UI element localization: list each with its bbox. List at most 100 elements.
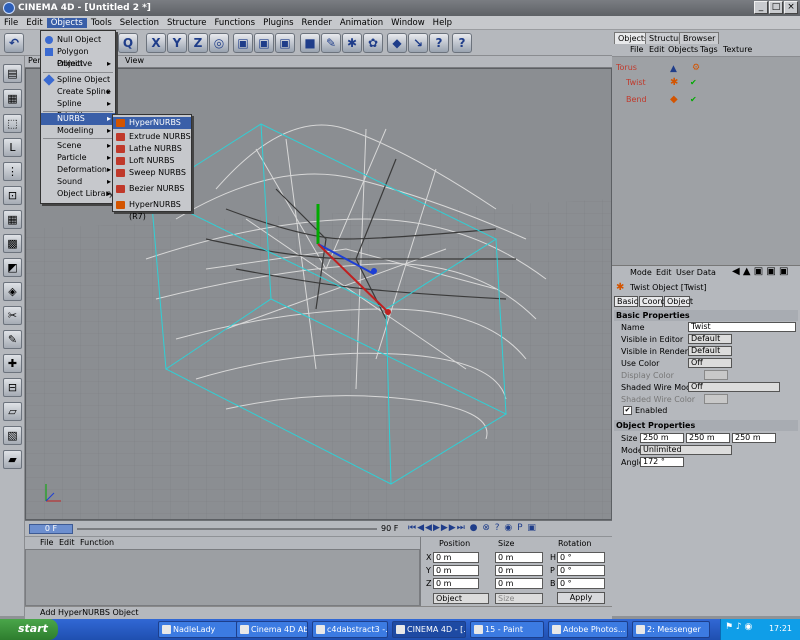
- enabled-checkbox[interactable]: ✔: [623, 406, 632, 415]
- world-coord-icon[interactable]: ◎: [209, 33, 229, 53]
- size-z-attr-field[interactable]: 250 m: [732, 433, 776, 443]
- menu-item-spline-object[interactable]: Spline Object: [41, 74, 115, 86]
- rotation-b-field[interactable]: 0 °: [557, 578, 605, 589]
- rotation-p-field[interactable]: 0 °: [557, 565, 605, 576]
- obj-menu-texture[interactable]: Texture: [723, 45, 752, 54]
- obj-menu-file[interactable]: File: [630, 45, 643, 54]
- axis-tool-icon[interactable]: L: [3, 138, 22, 157]
- menu-item-modeling[interactable]: Modeling ▸: [41, 125, 115, 137]
- nav-arrows-icon[interactable]: ◀ ▲ ▣ ▣ ▣: [732, 266, 788, 277]
- visible-editor-select[interactable]: Default: [688, 334, 732, 344]
- menu-item-polygon-object[interactable]: Polygon Object: [41, 46, 115, 68]
- render-picture-icon[interactable]: ▣: [254, 33, 274, 53]
- animation-tool-icon[interactable]: ◈: [3, 282, 22, 301]
- snap-tool-icon[interactable]: ✂: [3, 306, 22, 325]
- attr-tab-coord[interactable]: Coord.: [639, 296, 668, 307]
- texture-tool-icon[interactable]: ▩: [3, 234, 22, 253]
- task-messenger[interactable]: 2: Messenger: [632, 621, 710, 638]
- workplane-tool-icon[interactable]: ▱: [3, 402, 22, 421]
- tree-row-torus[interactable]: Torus ▲ ⚙: [616, 62, 796, 74]
- obj-menu-objects[interactable]: Objects: [668, 45, 698, 54]
- menu-objects[interactable]: Objects: [46, 17, 87, 28]
- apply-button[interactable]: Apply: [557, 592, 605, 604]
- submenu-item-hypernurbs[interactable]: HyperNURBS: [113, 117, 191, 129]
- visible-renderer-select[interactable]: Default: [688, 346, 732, 356]
- size-z-field[interactable]: 0 m: [495, 578, 543, 589]
- mat-menu-function[interactable]: Function: [80, 538, 114, 547]
- sculpt-tool-icon[interactable]: ✚: [3, 354, 22, 373]
- attr-menu-edit[interactable]: Edit: [656, 268, 672, 277]
- render-settings-icon[interactable]: ▣: [275, 33, 295, 53]
- use-color-select[interactable]: Off: [688, 358, 732, 368]
- menu-item-sound[interactable]: Sound ▸: [41, 176, 115, 188]
- object-tree[interactable]: Torus ▲ ⚙ Twist ✱ ✔ Bend ◆ ✔: [612, 57, 800, 265]
- menu-item-scene[interactable]: Scene ▸: [41, 140, 115, 152]
- tree-row-bend[interactable]: Bend ◆ ✔: [626, 94, 796, 106]
- minimize-button[interactable]: _: [754, 1, 768, 14]
- keyframe-tool-icon[interactable]: ▰: [3, 450, 22, 469]
- menu-tools[interactable]: Tools: [87, 18, 116, 28]
- coord-size-select[interactable]: Size: [495, 593, 543, 604]
- mat-menu-file[interactable]: File: [40, 538, 53, 547]
- brush-tool-icon[interactable]: ⊟: [3, 378, 22, 397]
- shaded-wire-color-swatch[interactable]: [704, 394, 728, 404]
- menu-file[interactable]: File: [0, 18, 22, 28]
- mat-menu-edit[interactable]: Edit: [59, 538, 75, 547]
- menu-window[interactable]: Window: [387, 18, 429, 28]
- submenu-item-extrude-nurbs[interactable]: Extrude NURBS: [113, 131, 191, 143]
- timeline[interactable]: 0 F 90 F ⏮◀◀▶▶▶⏭ ● ⊗ ? ◉ P ▣: [25, 520, 612, 536]
- x-axis-icon[interactable]: X: [146, 33, 166, 53]
- menu-help[interactable]: Help: [429, 18, 456, 28]
- tab-browser[interactable]: Browser: [679, 32, 720, 44]
- size-x-attr-field[interactable]: 250 m: [640, 433, 684, 443]
- maximize-button[interactable]: □: [769, 1, 783, 14]
- menu-item-primitive[interactable]: Primitive ▸: [41, 58, 115, 70]
- menu-render[interactable]: Render: [298, 18, 336, 28]
- rotation-h-field[interactable]: 0 °: [557, 552, 605, 563]
- obj-menu-edit[interactable]: Edit: [649, 45, 665, 54]
- submenu-item-hypernurbs-r7[interactable]: HyperNURBS (R7): [113, 199, 191, 221]
- menu-item-object-library[interactable]: Object Library ▸: [41, 188, 115, 200]
- use-object-icon[interactable]: ⬚: [3, 114, 22, 133]
- edges-tool-icon[interactable]: ⊡: [3, 186, 22, 205]
- submenu-item-sweep-nurbs[interactable]: Sweep NURBS: [113, 167, 191, 179]
- viewport-view-menu[interactable]: View: [125, 56, 144, 65]
- coord-mode-select[interactable]: Object: [433, 593, 489, 604]
- use-camera-icon[interactable]: ▤: [3, 64, 22, 83]
- menu-plugins[interactable]: Plugins: [259, 18, 297, 28]
- angle-field[interactable]: 172 °: [640, 457, 684, 467]
- magnet-tool-icon[interactable]: ✎: [3, 330, 22, 349]
- task-c4dabstract3[interactable]: c4dabstract3 -...: [312, 621, 388, 638]
- menu-selection[interactable]: Selection: [116, 18, 163, 28]
- mode-select[interactable]: Unlimited: [640, 445, 732, 455]
- tree-row-twist[interactable]: Twist ✱ ✔: [626, 77, 796, 89]
- current-frame-field[interactable]: 0 F: [29, 524, 73, 534]
- y-axis-icon[interactable]: Y: [167, 33, 187, 53]
- task-nadlelady[interactable]: NadleLady: [158, 621, 240, 638]
- task-cinema4d[interactable]: CINEMA 4D - [...: [392, 621, 466, 638]
- start-button[interactable]: start: [0, 619, 58, 640]
- menu-edit[interactable]: Edit: [22, 18, 46, 28]
- menu-structure[interactable]: Structure: [163, 18, 211, 28]
- help-icon[interactable]: ?: [429, 33, 449, 53]
- use-model-icon[interactable]: ▦: [3, 89, 22, 108]
- menu-item-particle[interactable]: Particle ▸: [41, 152, 115, 164]
- display-color-swatch[interactable]: [704, 370, 728, 380]
- task-photoshop[interactable]: Adobe Photos...: [548, 621, 628, 638]
- pen-icon[interactable]: ✎: [321, 33, 341, 53]
- close-button[interactable]: ×: [784, 1, 798, 14]
- playback-controls[interactable]: ⏮◀◀▶▶▶⏭ ● ⊗ ? ◉ P ▣: [408, 523, 608, 535]
- enabled-check-icon[interactable]: ✔: [690, 94, 697, 106]
- submenu-item-lathe-nurbs[interactable]: Lathe NURBS: [113, 143, 191, 155]
- timeline-track[interactable]: [77, 528, 377, 530]
- size-x-field[interactable]: 0 m: [495, 552, 543, 563]
- position-y-field[interactable]: 0 m: [433, 565, 479, 576]
- deformer-icon[interactable]: ◆: [387, 33, 407, 53]
- nurbs-icon[interactable]: ✱: [342, 33, 362, 53]
- menu-item-deformation[interactable]: Deformation ▸: [41, 164, 115, 176]
- viewport-perspective-label[interactable]: Per: [28, 56, 41, 65]
- rotate-view-icon[interactable]: Q: [118, 33, 138, 53]
- z-axis-icon[interactable]: Z: [188, 33, 208, 53]
- menu-item-null-object[interactable]: Null Object: [41, 34, 115, 46]
- array-icon[interactable]: ✿: [363, 33, 383, 53]
